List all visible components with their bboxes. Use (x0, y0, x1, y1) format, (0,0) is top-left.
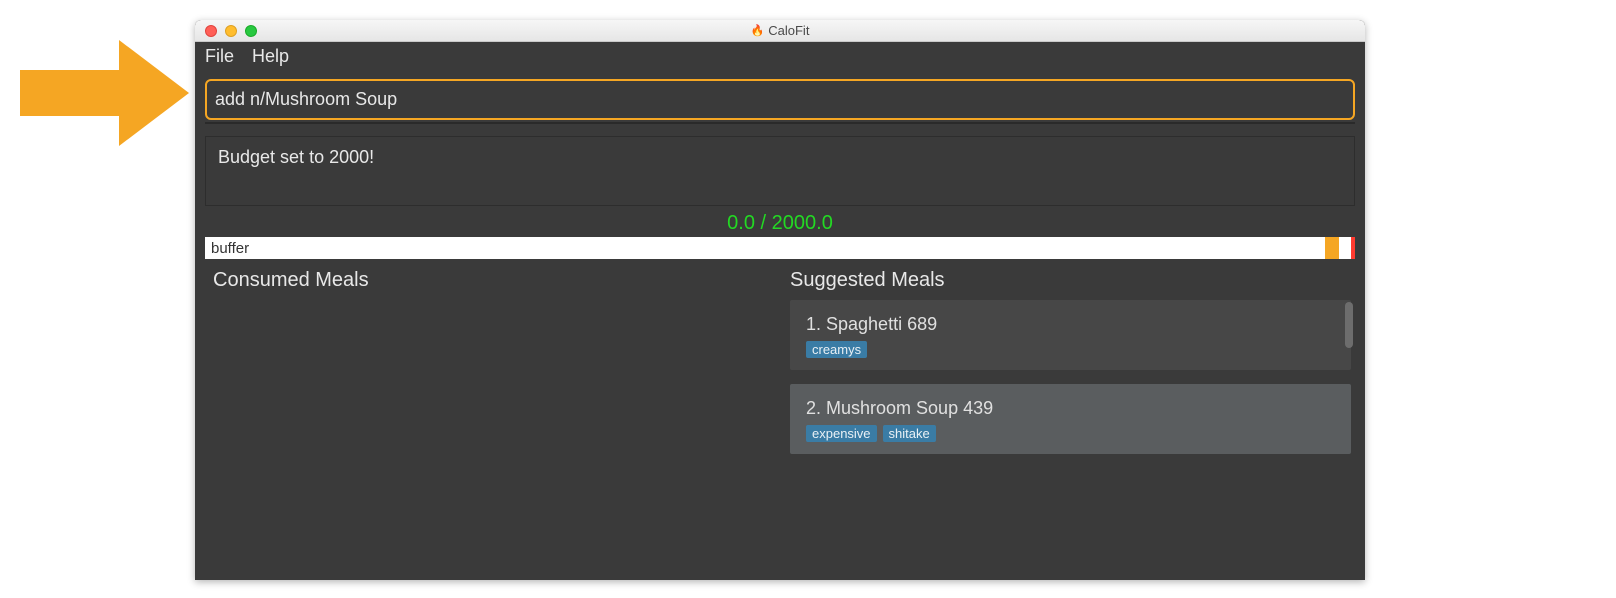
command-input[interactable] (211, 83, 1349, 116)
feedback-text: Budget set to 2000! (218, 147, 374, 167)
arrow-shaft (20, 70, 120, 116)
command-input-wrap (205, 79, 1355, 120)
app-title-text: CaloFit (768, 23, 809, 38)
meal-panels: Consumed Meals Suggested Meals 1. Spaghe… (205, 263, 1355, 580)
menu-help[interactable]: Help (252, 46, 289, 67)
progress-label: buffer (211, 240, 249, 257)
title-bar[interactable]: 🔥 CaloFit (195, 20, 1365, 42)
minimize-icon[interactable] (225, 25, 237, 37)
progress-marker-warn (1325, 237, 1339, 259)
close-icon[interactable] (205, 25, 217, 37)
meal-tag: creamys (806, 341, 867, 358)
meal-card[interactable]: 2. Mushroom Soup 439 expensive shitake (790, 384, 1351, 454)
suggested-title: Suggested Meals (782, 263, 1355, 300)
window-controls (205, 25, 257, 37)
content-area: Budget set to 2000! 0.0 / 2000.0 buffer … (195, 71, 1365, 580)
budget-progress-bar: buffer (205, 237, 1355, 259)
consumed-title: Consumed Meals (205, 263, 778, 300)
budget-counter: 0.0 / 2000.0 (205, 212, 1355, 235)
meal-line: 1. Spaghetti 689 (806, 314, 1335, 335)
meal-tags: expensive shitake (806, 425, 1335, 442)
suggested-panel: Suggested Meals 1. Spaghetti 689 creamys 2… (782, 263, 1355, 580)
input-underline (205, 122, 1355, 124)
progress-marker-limit (1351, 237, 1355, 259)
consumed-panel: Consumed Meals (205, 263, 778, 580)
app-icon: 🔥 (751, 24, 765, 37)
app-window: 🔥 CaloFit File Help Budget set to 2000! … (195, 20, 1365, 580)
meal-card[interactable]: 1. Spaghetti 689 creamys (790, 300, 1351, 370)
menu-file[interactable]: File (205, 46, 234, 67)
meal-tags: creamys (806, 341, 1335, 358)
meal-line: 2. Mushroom Soup 439 (806, 398, 1335, 419)
arrow-head (119, 40, 189, 146)
pointer-arrow (20, 40, 190, 140)
maximize-icon[interactable] (245, 25, 257, 37)
window-title: 🔥 CaloFit (751, 23, 810, 38)
menu-bar: File Help (195, 42, 1365, 71)
consumed-list (205, 300, 778, 580)
meal-tag: shitake (883, 425, 936, 442)
scrollbar-thumb[interactable] (1345, 302, 1353, 348)
meal-tag: expensive (806, 425, 877, 442)
feedback-box: Budget set to 2000! (205, 136, 1355, 206)
suggested-list[interactable]: 1. Spaghetti 689 creamys 2. Mushroom Soup … (782, 300, 1355, 580)
